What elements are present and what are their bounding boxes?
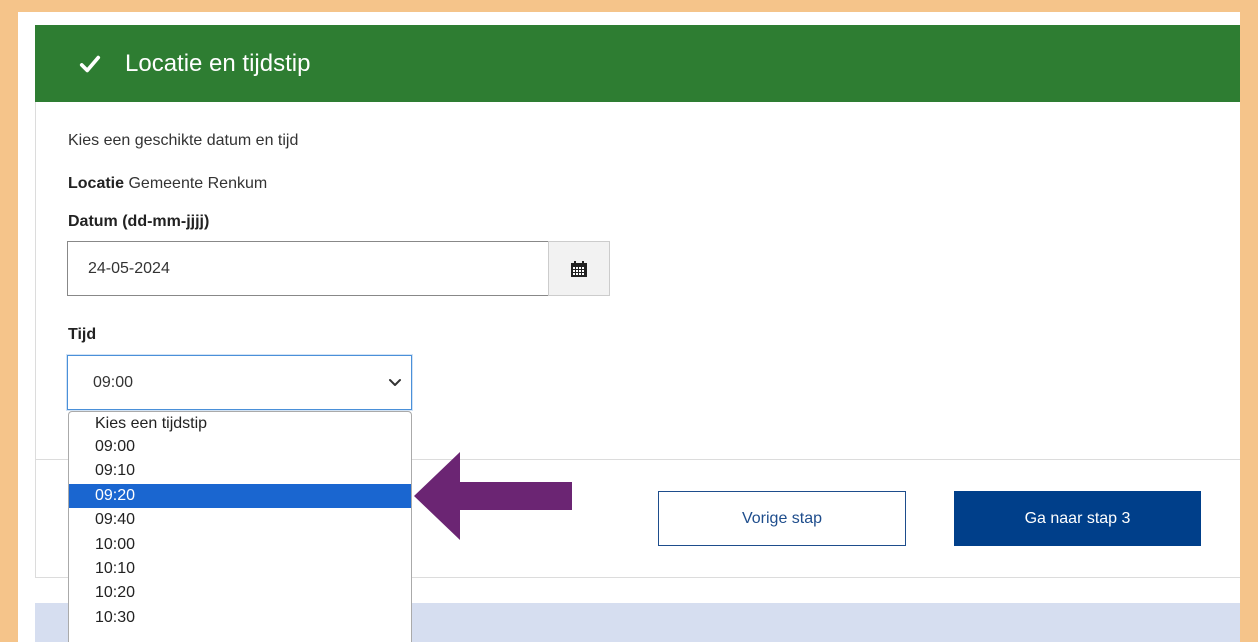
step-title: Locatie en tijdstip bbox=[125, 49, 311, 77]
next-step-button[interactable]: Ga naar stap 3 bbox=[954, 491, 1201, 546]
frame-edge-left bbox=[0, 0, 18, 642]
time-dropdown-list[interactable]: Kies een tijdstip 09:00 09:10 09:20 09:4… bbox=[68, 411, 412, 642]
previous-step-button[interactable]: Vorige stap bbox=[658, 491, 906, 546]
time-option-highlighted[interactable]: 09:20 bbox=[69, 483, 411, 509]
location-value: Gemeente Renkum bbox=[128, 175, 268, 192]
chevron-down-icon bbox=[389, 379, 401, 386]
checkmark-icon bbox=[79, 55, 101, 72]
time-selected-value: 09:00 bbox=[93, 373, 134, 391]
time-select[interactable]: 09:00 bbox=[67, 355, 412, 410]
time-option[interactable]: 09:00 bbox=[69, 435, 411, 459]
intro-text: Kies een geschikte datum en tijd bbox=[68, 132, 299, 149]
time-option[interactable]: 10:30 bbox=[69, 606, 411, 630]
time-option[interactable]: 10:20 bbox=[69, 581, 411, 605]
location-line: Locatie Gemeente Renkum bbox=[68, 175, 267, 193]
time-option[interactable]: Kies een tijdstip bbox=[69, 412, 411, 435]
date-value: 24-05-2024 bbox=[88, 259, 170, 277]
time-label: Tijd bbox=[68, 326, 97, 343]
step-header: Locatie en tijdstip bbox=[35, 25, 1242, 102]
frame-edge-right bbox=[1240, 0, 1258, 642]
time-option[interactable]: 10:00 bbox=[69, 533, 411, 557]
date-input[interactable]: 24-05-2024 bbox=[67, 241, 549, 296]
calendar-icon bbox=[571, 260, 587, 277]
calendar-button[interactable] bbox=[548, 241, 610, 296]
location-label: Locatie bbox=[68, 175, 125, 192]
frame-edge-top bbox=[0, 0, 1258, 12]
time-option[interactable]: 10:10 bbox=[69, 557, 411, 581]
date-label: Datum (dd-mm-jjjj) bbox=[68, 213, 210, 230]
time-option[interactable]: 09:40 bbox=[69, 508, 411, 532]
time-option[interactable]: 09:10 bbox=[69, 459, 411, 483]
pointer-arrow-icon bbox=[414, 452, 572, 540]
